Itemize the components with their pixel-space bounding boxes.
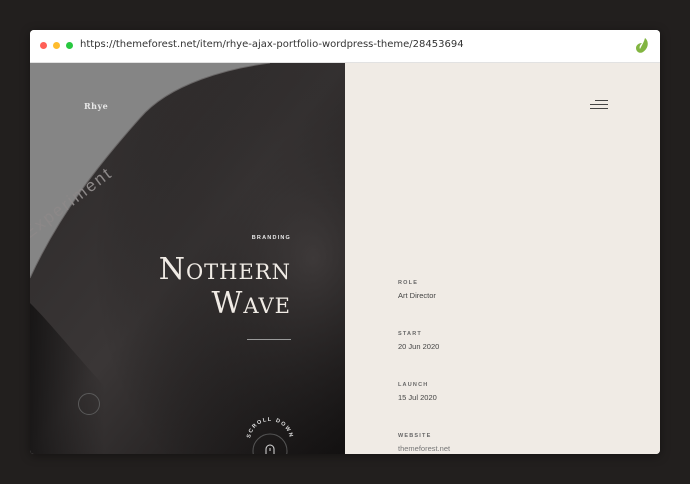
meta-label: ROLE bbox=[398, 280, 419, 286]
title-divider bbox=[247, 339, 291, 340]
site-logo[interactable]: Rhye bbox=[84, 101, 108, 111]
decorative-circle bbox=[78, 393, 100, 415]
hamburger-menu-icon[interactable] bbox=[588, 99, 608, 111]
meta-launch: LAUNCH 15 Jul 2020 bbox=[398, 382, 437, 402]
meta-value: 15 Jul 2020 bbox=[398, 393, 437, 402]
meta-label: WEBSITE bbox=[398, 433, 432, 439]
browser-window: https://themeforest.net/item/rhye-ajax-p… bbox=[30, 30, 660, 454]
close-window-button[interactable] bbox=[40, 42, 47, 49]
scroll-down-label: SCROLL DOWN bbox=[246, 417, 292, 439]
project-title: Nothern Wave bbox=[71, 253, 291, 321]
meta-value: 20 Jun 2020 bbox=[398, 342, 440, 351]
scroll-down-button[interactable]: SCROLL DOWN bbox=[242, 413, 298, 454]
envato-leaf-icon[interactable] bbox=[634, 37, 650, 55]
address-bar[interactable]: https://themeforest.net/item/rhye-ajax-p… bbox=[80, 39, 464, 50]
website-link[interactable]: themeforest.net bbox=[398, 444, 450, 453]
meta-role: ROLE Art Director bbox=[398, 280, 436, 300]
maximize-window-button[interactable] bbox=[66, 42, 73, 49]
minimize-window-button[interactable] bbox=[53, 42, 60, 49]
project-title-line-1: Nothern bbox=[158, 252, 291, 287]
svg-text:SCROLL DOWN: SCROLL DOWN bbox=[246, 417, 294, 439]
browser-toolbar: https://themeforest.net/item/rhye-ajax-p… bbox=[30, 30, 660, 63]
meta-website: WEBSITE themeforest.net bbox=[398, 433, 450, 453]
project-title-line-2: Wave bbox=[211, 286, 291, 321]
meta-value: Art Director bbox=[398, 291, 436, 300]
hero-panel: Experiment Rhye BRANDING Nothern Wave SC… bbox=[30, 63, 345, 454]
meta-start: START 20 Jun 2020 bbox=[398, 331, 439, 351]
project-category[interactable]: BRANDING bbox=[252, 235, 291, 241]
meta-label: LAUNCH bbox=[398, 382, 429, 388]
meta-label: START bbox=[398, 331, 422, 337]
details-panel: ROLE Art Director START 20 Jun 2020 LAUN… bbox=[345, 63, 660, 454]
